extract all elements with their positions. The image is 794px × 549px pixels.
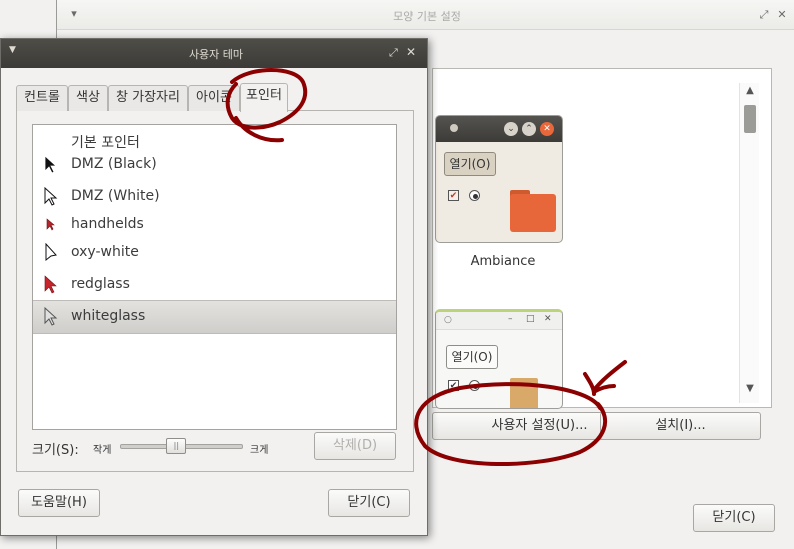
window-menu-icon[interactable]: ▾	[67, 7, 81, 21]
theme-radiance-preview[interactable]: ○ – □ ✕ 열기(O) ✔	[435, 309, 563, 409]
black-arrow-icon	[44, 155, 58, 174]
close-icon[interactable]: ✕	[406, 45, 416, 59]
restore-icon[interactable]: ⤢	[757, 8, 771, 22]
checkbox-icon: ✔	[448, 190, 459, 201]
radio-icon	[469, 190, 480, 201]
pointer-name: DMZ (Black)	[71, 156, 157, 172]
folder-icon	[510, 378, 538, 408]
radio-icon	[469, 380, 480, 391]
scroll-down-icon[interactable]: ▼	[742, 383, 758, 394]
white-arrow-icon	[45, 243, 57, 262]
custom-theme-dialog: ▼ 사용자 테마 ⤢ ✕ 컨트롤 색상 창 가장자리 아이콘 포인터 기본 포인…	[0, 38, 428, 536]
help-button[interactable]: 도움말(H)	[18, 489, 100, 517]
minimize-icon: –	[508, 314, 513, 324]
list-item-selected[interactable]: whiteglass	[33, 300, 396, 334]
tab-colors[interactable]: 색상	[68, 85, 108, 111]
pointer-name: whiteglass	[71, 308, 146, 324]
theme-scrollbar[interactable]: ▲ ▼	[739, 83, 759, 403]
tab-pointer[interactable]: 포인터	[240, 83, 288, 112]
folder-icon	[510, 194, 556, 232]
tab-icons[interactable]: 아이콘	[188, 85, 240, 111]
bg-titlebar: ▾ 모양 기본 설정 ⤢ ✕	[57, 0, 794, 30]
checkbox-icon: ✔	[448, 380, 459, 391]
dialog-tabs: 컨트롤 색상 창 가장자리 아이콘 포인터	[16, 83, 416, 112]
scroll-up-icon[interactable]: ▲	[742, 85, 758, 96]
pointer-name: oxy-white	[71, 244, 139, 260]
pointer-name: redglass	[71, 276, 130, 292]
pointer-list[interactable]: 기본 포인터 DMZ (Black) DMZ (White) handhelds…	[32, 124, 397, 430]
tab-controls[interactable]: 컨트롤	[16, 85, 68, 111]
window-menu-icon[interactable]: ▼	[9, 45, 16, 55]
red-arrow-small-icon	[46, 218, 55, 231]
preview-window-icon: ○	[444, 315, 452, 325]
tab-window-border[interactable]: 창 가장자리	[108, 85, 188, 111]
dialog-title: 사용자 테마	[188, 48, 244, 61]
close-icon[interactable]: ✕	[775, 8, 789, 22]
size-slider-handle[interactable]: ||	[166, 438, 187, 454]
install-button[interactable]: 설치(I)...	[600, 412, 761, 440]
dialog-titlebar: ▼ 사용자 테마 ⤢ ✕	[1, 39, 427, 68]
maximize-icon: ⌃	[522, 122, 536, 136]
close-icon: ✕	[544, 314, 552, 324]
bg-close-button[interactable]: 닫기(C)	[693, 504, 775, 532]
size-label: 크기(S):	[32, 443, 79, 458]
bg-window-title: 모양 기본 설정	[393, 10, 461, 23]
preview-window-icon	[450, 124, 458, 132]
dialog-close-button[interactable]: 닫기(C)	[328, 489, 410, 517]
restore-icon[interactable]: ⤢	[389, 46, 398, 60]
list-item[interactable]: DMZ (Black)	[33, 149, 396, 181]
grey-arrow-icon	[44, 307, 58, 326]
delete-button[interactable]: 삭제(D)	[314, 432, 396, 460]
pointer-name: DMZ (White)	[71, 188, 160, 204]
theme-ambiance-preview[interactable]: ⌄ ⌃ ✕ 열기(O) ✔	[435, 115, 563, 243]
preview-open-button: 열기(O)	[446, 345, 498, 369]
preview-titlebar: ○ – □ ✕	[436, 312, 562, 330]
minimize-icon: ⌄	[504, 122, 518, 136]
theme-name-label: Ambiance	[470, 254, 536, 269]
list-item[interactable]: oxy-white	[33, 237, 396, 269]
preview-open-button: 열기(O)	[444, 152, 496, 176]
close-icon: ✕	[540, 122, 554, 136]
white-arrow-icon	[44, 187, 58, 206]
preview-titlebar: ⌄ ⌃ ✕	[436, 116, 562, 142]
list-item[interactable]: redglass	[33, 269, 396, 301]
red-arrow-icon	[44, 275, 57, 294]
size-large-label: 크게	[250, 445, 269, 456]
pointer-name: handhelds	[71, 216, 144, 232]
maximize-icon: □	[526, 314, 535, 324]
scroll-thumb[interactable]	[744, 105, 756, 133]
size-small-label: 작게	[93, 445, 112, 456]
